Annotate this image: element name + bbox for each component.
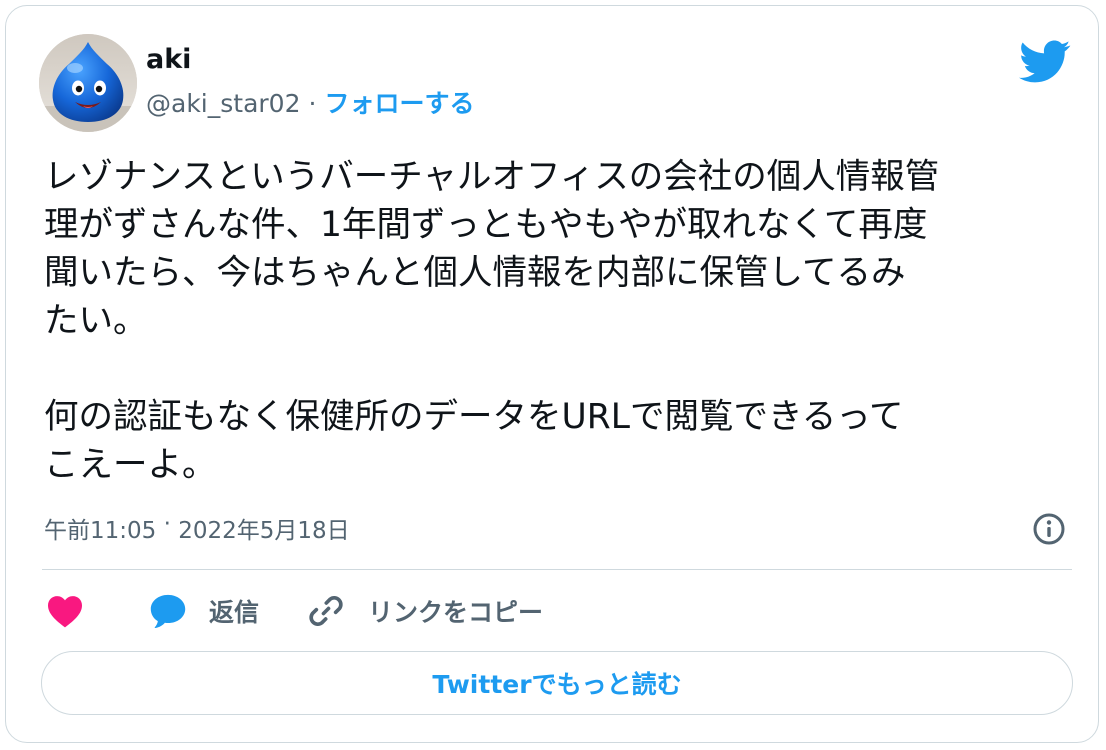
copy-link-label: リンクをコピー [368, 598, 544, 627]
timestamp-separator: · [156, 511, 179, 537]
info-icon[interactable] [1030, 510, 1068, 548]
reply-button[interactable]: 返信 [149, 588, 259, 634]
heart-icon [48, 596, 82, 628]
tweet-time[interactable]: 午前11:05 [44, 511, 156, 545]
author-name[interactable]: aki [146, 44, 191, 75]
embedded-tweet-card: aki @aki_star02 · フォローする レゾナンスというバーチャルオフ… [5, 5, 1099, 743]
divider [42, 569, 1072, 570]
follow-button[interactable]: フォローする [324, 84, 474, 120]
timestamp-row: 午前11:05 · 2022年5月18日 [44, 511, 350, 545]
author-handle[interactable]: @aki_star02 [146, 89, 300, 118]
copy-link-button[interactable]: リンクをコピー [306, 588, 543, 634]
meta-separator: · [308, 89, 317, 118]
speech-bubble-icon [150, 594, 186, 629]
like-button[interactable] [46, 588, 84, 634]
author-meta-row: @aki_star02 · フォローする [146, 84, 474, 120]
avatar[interactable] [39, 34, 137, 132]
slime-avatar-image [39, 34, 137, 132]
read-more-button[interactable]: Twitterでもっと読む [41, 651, 1073, 715]
tweet-date[interactable]: 2022年5月18日 [178, 511, 349, 545]
link-icon [309, 596, 343, 626]
reply-label: 返信 [209, 598, 260, 627]
tweet-text: レゾナンスというバーチャルオフィスの会社の個人情報管 理がずさんな件、1年間ずっ… [44, 157, 940, 485]
twitter-bird-icon[interactable] [1019, 40, 1071, 84]
